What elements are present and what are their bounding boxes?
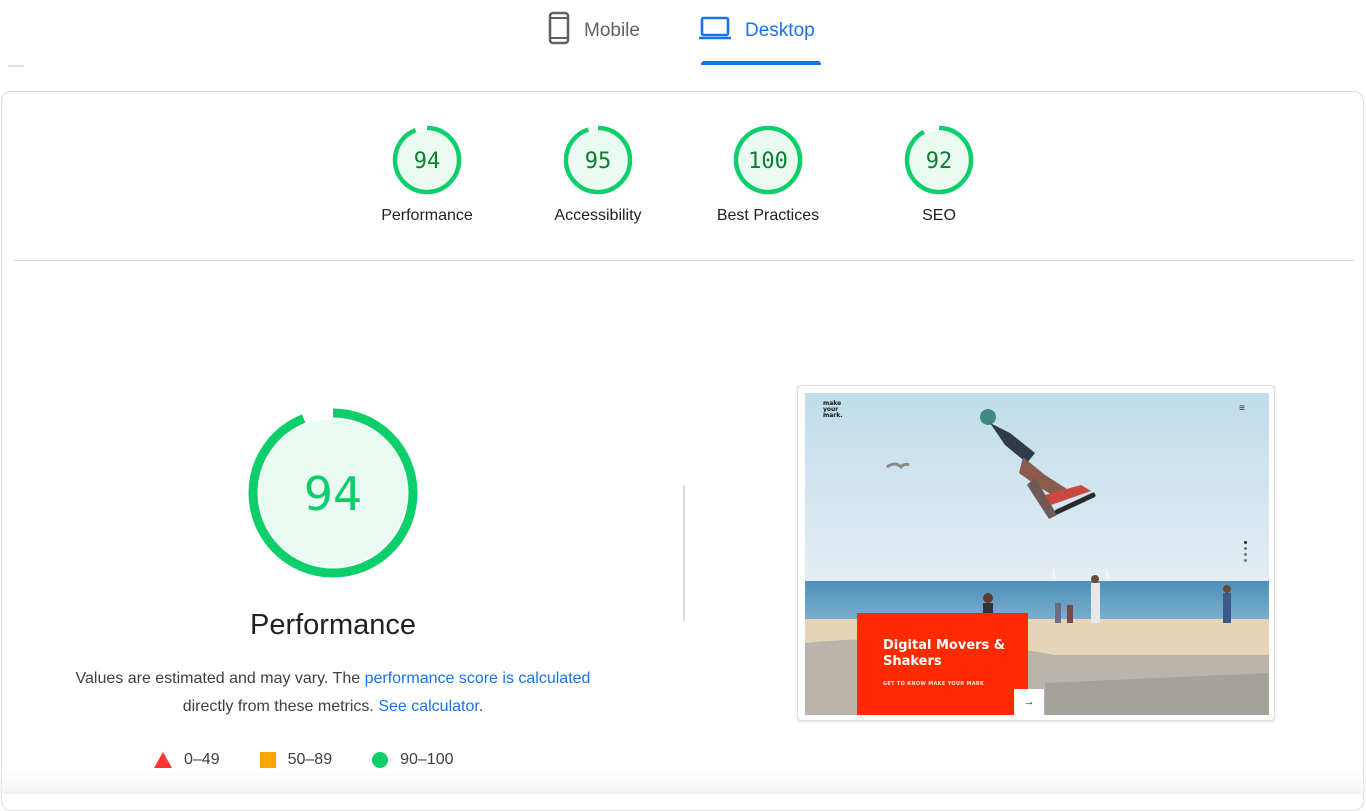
square-icon [259, 752, 276, 768]
scroll-marker [8, 65, 24, 67]
performance-title: Performance [249, 609, 416, 641]
promo-banner: Digital Movers & Shakers GET TO KNOW MAK… [857, 613, 1028, 715]
tab-desktop[interactable]: Desktop [699, 12, 815, 50]
promo-subline: GET TO KNOW MAKE YOUR MARK [883, 681, 985, 687]
promo-headline: Digital Movers & Shakers [883, 638, 1006, 669]
vertical-divider [683, 485, 685, 621]
final-screenshot[interactable]: make your mark. ≡ Digital Movers & Shake… [797, 385, 1275, 721]
score-ring-icon: 95 [563, 125, 633, 195]
gauge-best-practices[interactable]: 100 Best Practices [688, 124, 848, 225]
desc-text: . [478, 698, 484, 715]
tab-desktop-label: Desktop [745, 20, 815, 41]
section-divider [14, 260, 1354, 261]
legend-range: 90–100 [400, 751, 454, 768]
gauge-score: 95 [585, 149, 612, 174]
performance-gauge: 94 [243, 403, 423, 588]
desc-text: directly from these metrics. [182, 698, 379, 715]
legend-range: 0–49 [184, 751, 220, 768]
site-logo: make your mark. [823, 400, 843, 419]
device-tabs: Mobile Desktop [0, 0, 1366, 68]
circle-icon [372, 752, 389, 768]
bottom-fade [0, 770, 1366, 794]
gauge-label: Accessibility [554, 207, 642, 224]
active-tab-indicator [701, 61, 821, 65]
legend-item-average: 50–89 [259, 751, 333, 769]
slide-dots [1244, 541, 1247, 565]
report-card: 94 Performance 95 Accessibility 100 Best… [1, 91, 1364, 811]
score-legend: 0–49 50–89 90–100 [154, 748, 493, 772]
laptop-icon [699, 16, 731, 46]
smartphone-icon [548, 11, 570, 51]
score-ring-icon: 94 [392, 125, 462, 195]
gauge-label: Best Practices [716, 207, 820, 224]
score-ring-icon: 92 [904, 125, 974, 195]
gauge-label: Performance [381, 207, 473, 224]
gauge-score: 100 [748, 149, 788, 174]
gauge-accessibility[interactable]: 95 Accessibility [518, 124, 678, 225]
gauge-score: 94 [414, 149, 441, 174]
desc-text: Values are estimated and may vary. The [75, 670, 365, 687]
gauge-seo[interactable]: 92 SEO [859, 124, 1019, 225]
legend-item-fail: 0–49 [154, 751, 220, 769]
triangle-icon [154, 752, 172, 768]
see-calculator-link[interactable]: See calculator [378, 698, 479, 715]
performance-score: 94 [304, 467, 363, 521]
legend-item-pass: 90–100 [372, 751, 453, 769]
score-calculated-link[interactable]: performance score is calculated [365, 670, 591, 687]
performance-description: Values are estimated and may vary. The p… [33, 665, 633, 721]
arrow-right-icon: → [1014, 689, 1044, 715]
score-ring-icon: 94 [248, 408, 418, 578]
gauge-score: 92 [926, 149, 953, 174]
tab-mobile-label: Mobile [584, 20, 640, 41]
gauge-performance[interactable]: 94 Performance [347, 124, 507, 225]
gauge-label: SEO [922, 207, 956, 224]
legend-range: 50–89 [287, 751, 333, 768]
score-ring-icon: 100 [733, 125, 803, 195]
hamburger-menu-icon: ≡ [1239, 403, 1245, 414]
screenshot-image: make your mark. ≡ Digital Movers & Shake… [805, 393, 1269, 715]
tab-mobile[interactable]: Mobile [548, 11, 640, 51]
